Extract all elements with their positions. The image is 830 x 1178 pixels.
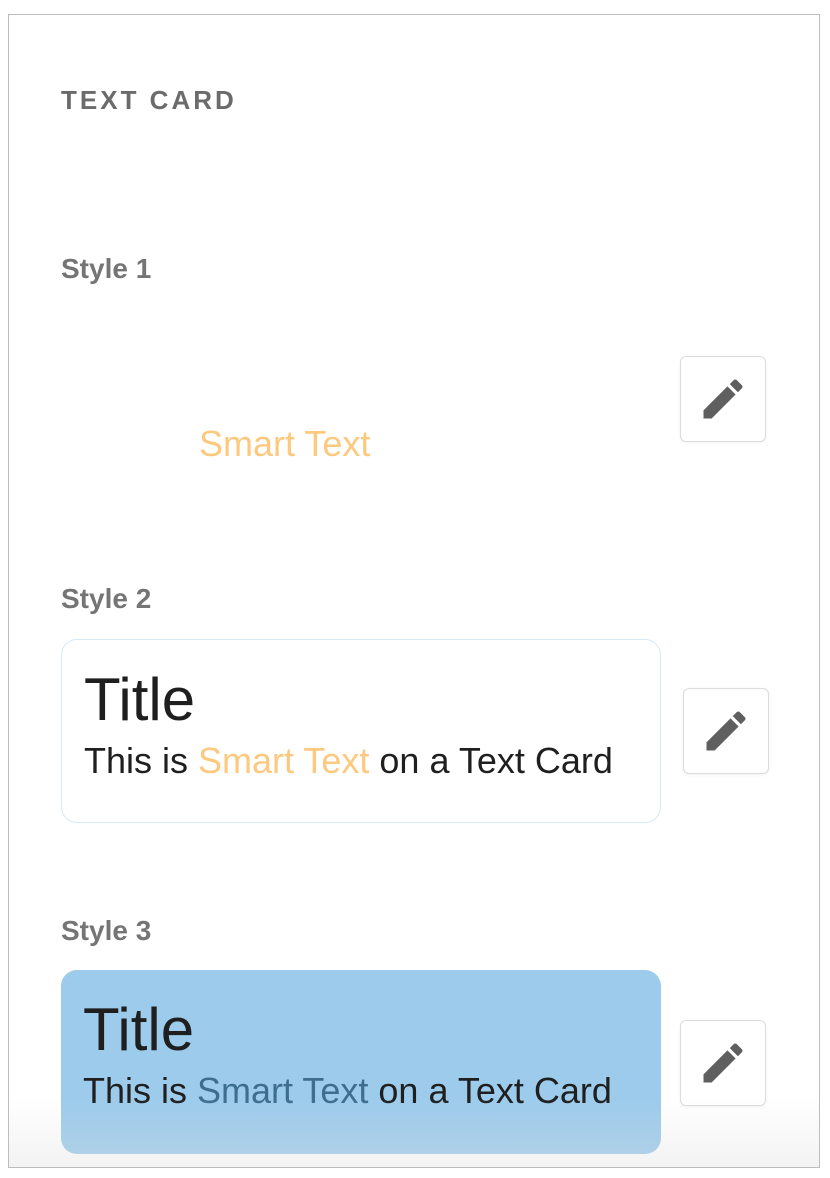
style-2-body-prefix: This is: [84, 740, 199, 781]
style-3-label: Style 3: [61, 915, 152, 946]
style-2-card-title: Title: [84, 666, 196, 733]
style-2-smart-text: Smart Text: [198, 740, 370, 781]
style-3-body-suffix: on a Text Card: [368, 1070, 612, 1111]
style-2-text-card[interactable]: Title This is Smart Text on a Text Card: [61, 639, 661, 823]
style-3-card-body: This is Smart Text on a Text Card: [83, 1070, 639, 1112]
style-2-edit-button[interactable]: [683, 688, 769, 774]
section-title: TEXT CARD: [61, 85, 237, 115]
pencil-icon: [703, 379, 743, 419]
style-3-body-prefix: This is: [83, 1070, 198, 1111]
style-1-edit-button[interactable]: [680, 356, 766, 442]
style-1-label: Style 1: [61, 253, 152, 284]
style-3-card-title: Title: [83, 996, 195, 1063]
pencil-icon: [706, 711, 746, 751]
style-1-smart-text: Smart Text: [199, 423, 371, 464]
pencil-icon: [703, 1043, 743, 1083]
style-2-card-body: This is Smart Text on a Text Card: [84, 740, 638, 782]
style-2-label: Style 2: [61, 583, 152, 614]
style-3-edit-button[interactable]: [680, 1020, 766, 1106]
style-2-body-suffix: on a Text Card: [369, 740, 613, 781]
text-card-panel: TEXT CARD Style 1 Smart Text Style 2 Tit…: [8, 14, 820, 1168]
style-3-smart-text: Smart Text: [197, 1070, 369, 1111]
style-3-text-card[interactable]: Title This is Smart Text on a Text Card: [61, 970, 661, 1154]
